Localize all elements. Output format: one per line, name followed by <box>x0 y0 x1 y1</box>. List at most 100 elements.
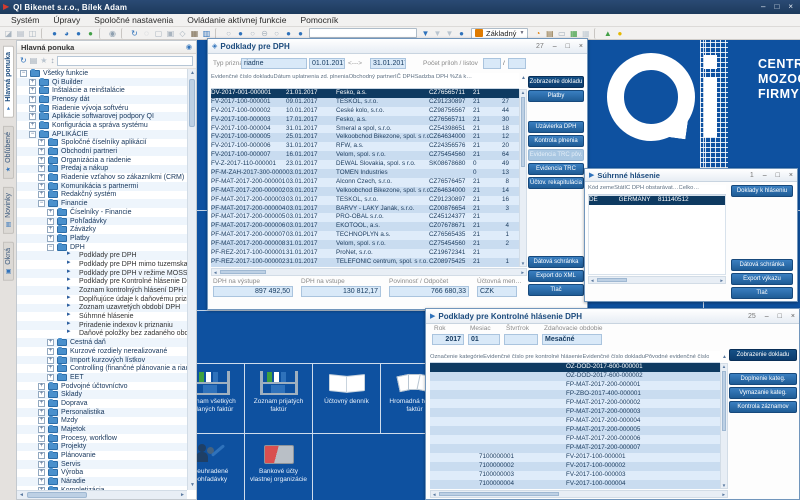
stvrtrok-field[interactable] <box>504 334 538 345</box>
tree-expander-icon[interactable]: + <box>47 339 54 346</box>
tree-expander-icon[interactable]: + <box>38 391 45 398</box>
tree-item[interactable]: Doplňujúce údaje k daňovému priznaniu <box>17 295 187 304</box>
tree-item[interactable]: − APLIKÁCIE <box>17 130 187 139</box>
qi-ball-green-icon[interactable]: ● <box>85 28 96 39</box>
scrollbar-thumb[interactable] <box>439 492 559 496</box>
detail-icon[interactable]: ▣ <box>165 28 176 39</box>
tree-expander-icon[interactable]: + <box>38 148 45 155</box>
scroll-right-icon[interactable]: ► <box>178 491 187 500</box>
tree-expander-icon[interactable]: + <box>47 218 54 225</box>
copy-icon[interactable]: ◫ <box>27 28 38 39</box>
nav-next-icon[interactable]: ○ <box>271 28 282 39</box>
window-button[interactable]: Doplnenie kateg. <box>729 373 797 385</box>
tree-item[interactable]: + EET <box>17 373 187 382</box>
window-button[interactable]: Tlač <box>731 287 793 299</box>
tree-expander-icon[interactable]: + <box>38 157 45 164</box>
table-row[interactable]: FP-MAT-2017-200-000004 <box>430 417 720 426</box>
books-icon[interactable]: ▤ <box>544 28 555 39</box>
tree-horizontal-scrollbar[interactable]: ◄ ► <box>17 490 187 499</box>
maximize-icon[interactable]: □ <box>778 313 782 320</box>
scroll-up-icon[interactable]: ▲ <box>721 364 727 369</box>
currency-icon[interactable]: ◔ <box>532 28 543 39</box>
tree-expander-icon[interactable]: + <box>38 174 45 181</box>
scroll-up-icon[interactable]: ▲ <box>520 90 526 95</box>
table-row[interactable]: OZ-DOD-2017-600-000001 <box>430 363 720 372</box>
separator[interactable] <box>594 28 599 39</box>
window-button[interactable]: Doklady k hláseniu <box>731 185 793 197</box>
nav-stop-icon[interactable]: ⊖ <box>259 28 270 39</box>
tree-item[interactable]: + Riadenie vývoja softvéru <box>17 104 187 113</box>
tree-item[interactable]: + Projekty <box>17 443 187 452</box>
nav-prev-icon[interactable]: ○ <box>247 28 258 39</box>
window-button[interactable]: Vymazanie kateg. <box>729 387 797 399</box>
obdobie-field[interactable]: Mesačné <box>542 334 602 345</box>
table-vertical-scrollbar[interactable]: ▲ ▼ <box>720 363 728 489</box>
briefcase-icon[interactable]: ▦ <box>189 28 200 39</box>
mail-icon[interactable]: ▭ <box>556 28 567 39</box>
tree-item[interactable]: + Obchodní partneri <box>17 147 187 156</box>
tree-item[interactable]: + Predaj a nákup <box>17 165 187 174</box>
table-row[interactable]: FP-MAT-2017-200-000001 <box>430 381 720 390</box>
column-header[interactable]: Sadzba DPH % <box>415 73 455 88</box>
tile-bankove-ucty[interactable]: Bankové účty vlastnej organizácie <box>245 434 313 500</box>
typ-priznania-field[interactable]: riadne <box>241 58 307 69</box>
user-icon[interactable]: ◉ <box>107 28 118 39</box>
tree-expander-icon[interactable]: + <box>38 443 45 450</box>
scroll-down-icon[interactable]: ▼ <box>188 481 197 490</box>
tree-expander-icon[interactable]: + <box>47 374 54 381</box>
tree-search-input[interactable] <box>57 56 193 66</box>
tree-expander-icon[interactable]: + <box>38 461 45 468</box>
tree-expander-icon[interactable]: + <box>38 409 45 416</box>
tree-expander-icon[interactable]: + <box>38 452 45 459</box>
window-button[interactable]: Platby <box>528 90 584 102</box>
monitor-icon[interactable]: ▥ <box>201 28 212 39</box>
tree-vertical-scrollbar[interactable]: ▲ ▼ <box>187 69 196 490</box>
table-row[interactable]: FV-Z-2017-110-000001 23.01.2017 DEWAL Sl… <box>211 160 519 169</box>
tree-item[interactable]: − Financie <box>17 199 187 208</box>
tree-item[interactable]: + Aplikácie softwarovej podpory QI <box>17 112 187 121</box>
tree-item[interactable]: + Výroba <box>17 469 187 478</box>
export-icon[interactable]: ▲ <box>602 28 613 39</box>
tree-item[interactable]: + Podvojné účtovníctvo <box>17 382 187 391</box>
tree-expander-icon[interactable]: + <box>47 209 54 216</box>
maximize-icon[interactable]: □ <box>776 172 780 179</box>
table-row[interactable]: FV-2017-100-000007 16.01.2017 Velom, spo… <box>211 151 519 160</box>
tree-item[interactable]: Podklady pre DPH mimo tuzemska <box>17 260 187 269</box>
window-title-bar[interactable]: ▶ Súhrnné hlásenie 1 – □ × <box>585 169 797 182</box>
separator[interactable] <box>41 28 46 39</box>
window-button[interactable]: Dátová schránka <box>731 259 793 271</box>
scroll-left-icon[interactable]: ◄ <box>213 269 217 276</box>
dock-tab[interactable]: ▸ Hlavná ponuka <box>3 46 14 118</box>
menu-item[interactable]: Ovládanie aktívnej funkcie <box>180 14 293 27</box>
column-header[interactable]: IČ DPH <box>395 73 415 88</box>
dock-tab[interactable]: ★ Obľúbené <box>3 126 14 179</box>
listov-field[interactable] <box>508 58 526 69</box>
table-row[interactable]: DE GERMANY 811140512 <box>589 196 725 205</box>
column-header[interactable]: Dátum uplatnenia zd. plnenia <box>274 73 349 88</box>
separator[interactable] <box>99 28 104 39</box>
window-button[interactable]: Zobrazenie dokladu <box>528 76 584 88</box>
tree-item[interactable]: + Platby <box>17 234 187 243</box>
tree-expander-icon[interactable]: + <box>38 183 45 190</box>
grid-disabled-icon[interactable]: ▦ <box>580 28 591 39</box>
list-icon[interactable]: ▤ <box>30 56 38 66</box>
filter-active-icon[interactable]: ▼ <box>420 28 431 39</box>
window-button[interactable]: Evidencia TRC pôv. <box>528 149 584 161</box>
tree-item[interactable]: + Inštalácie a reinštalácie <box>17 86 187 95</box>
table-row[interactable]: FV-2017-100-000006 31.01.2017 RFW, a.s. … <box>211 142 519 151</box>
filter-clear-icon[interactable]: ▼ <box>444 28 455 39</box>
table-vertical-scrollbar[interactable]: ▲ ▼ <box>519 89 527 267</box>
table-row[interactable]: PF-REZ-2017-100-000002 31.01.2017 TELEFO… <box>211 258 519 267</box>
close-icon[interactable]: × <box>579 43 583 50</box>
column-header[interactable]: Evidenčné číslo pre kontrolné hlásenie <box>483 354 582 360</box>
tree-item[interactable]: + Controlling (finančné plánovanie a ria… <box>17 364 187 373</box>
scrollbar-thumb[interactable] <box>722 371 726 431</box>
tree-expander-icon[interactable]: + <box>38 478 45 485</box>
table-row[interactable]: PF-M-ZAH-2017-300-000001 03.01.2017 TOME… <box>211 169 519 178</box>
window-button[interactable]: Kontrola plnenia <box>528 135 584 147</box>
table-horizontal-scrollbar[interactable]: ◄ ► <box>430 490 728 498</box>
tree-item[interactable]: Podklady pre Kontrolné hlásenie DPH <box>17 278 187 287</box>
profile-combobox[interactable]: Základný ▼ <box>471 28 528 39</box>
priloh-field[interactable] <box>483 58 501 69</box>
nav-first-icon[interactable]: ● <box>235 28 246 39</box>
